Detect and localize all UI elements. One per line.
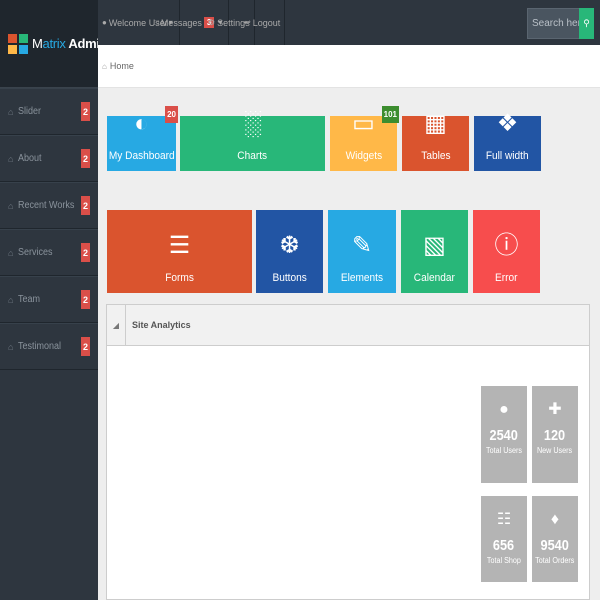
sidebar-item-badge: 2 — [81, 196, 90, 215]
stat-total-orders[interactable]: ♦ 9540 Total Orders — [532, 496, 578, 582]
breadcrumb: ⌂ Home — [98, 45, 600, 88]
tile-label: Tables — [420, 150, 451, 162]
gear-icon: ⚙ — [208, 18, 216, 27]
home-icon: ⌂ — [102, 61, 107, 71]
home-icon: ⌂ — [8, 106, 14, 117]
tile-label: Elements — [340, 272, 384, 284]
home-icon: ⌂ — [8, 341, 14, 352]
sidebar-item-badge: 2 — [81, 243, 90, 262]
search-button[interactable]: ⚲ — [579, 8, 594, 39]
list-icon: ☰ — [168, 232, 191, 259]
panel-header: ◢ Site Analytics — [107, 304, 589, 346]
tile-full-width[interactable]: ❖ Full width — [474, 112, 541, 171]
stat-value: 120 — [544, 427, 566, 444]
plus-icon: ✚ — [548, 401, 562, 418]
signal-icon: ◢ — [107, 304, 126, 346]
fullscreen-icon: ❖ — [496, 110, 519, 137]
info-icon: ⓘ — [494, 232, 519, 259]
inbox-icon: ▭ — [352, 110, 375, 137]
table-icon: ▦ — [424, 110, 447, 137]
sidebar-item-slider[interactable]: ⌂ Slider 2 — [0, 88, 98, 135]
stat-total-shop[interactable]: ☷ 656 Total Shop — [481, 496, 527, 582]
top-navbar: ● Welcome User ▾ □ Messages 3 ▾ ⚙ Settin… — [98, 0, 600, 45]
bar-chart-icon: ░ — [243, 110, 261, 137]
stat-new-users[interactable]: ✚ 120 New Users — [532, 386, 578, 483]
calendar-icon: ▧ — [423, 232, 446, 259]
stat-total-users[interactable]: ● 2540 Total Users — [481, 386, 527, 483]
tile-charts[interactable]: ░ Charts — [180, 112, 325, 171]
stat-value: 9540 — [540, 537, 570, 554]
tile-label: Error — [495, 272, 518, 284]
messages-label: Messages — [160, 17, 202, 28]
envelope-icon: □ — [154, 18, 159, 27]
home-icon: ⌂ — [8, 153, 14, 164]
home-icon: ⌂ — [8, 247, 14, 258]
search-input[interactable] — [527, 8, 580, 39]
sidebar-item-label: Team — [18, 294, 41, 305]
sidebar-item-about[interactable]: ⌂ About 2 — [0, 135, 98, 182]
logo-mark-icon — [8, 33, 28, 54]
sidebar-item-label: Testimonal — [18, 341, 62, 352]
breadcrumb-home-link[interactable]: Home — [110, 61, 134, 71]
tint-icon: ❆ — [279, 232, 300, 259]
tile-error[interactable]: ⓘ Error — [473, 210, 540, 293]
tile-label: Charts — [237, 150, 268, 162]
logo-text-part: M — [32, 36, 43, 51]
tile-widgets[interactable]: ▭ Widgets 101 — [330, 106, 399, 171]
tile-label: Buttons — [272, 272, 307, 284]
logout-label: Logout — [252, 17, 281, 28]
sidebar-item-label: Services — [18, 247, 53, 258]
stat-value: 2540 — [489, 427, 519, 444]
search-icon: ⚲ — [583, 18, 590, 28]
user-icon: ● — [499, 401, 509, 418]
tile-badge: 20 — [165, 106, 178, 123]
tile-label: Widgets — [345, 150, 382, 162]
tile-tables[interactable]: ▦ Tables — [402, 112, 469, 171]
logo-text: Matrix Admin — [32, 36, 108, 51]
stat-value: 656 — [493, 537, 515, 554]
logout-link[interactable]: ↩ Logout — [240, 0, 286, 45]
sidebar-item-team[interactable]: ⌂ Team 2 — [0, 276, 98, 323]
logout-icon: ↩ — [244, 18, 251, 27]
stat-label: New Users — [537, 446, 573, 455]
tile-buttons[interactable]: ❆ Buttons — [256, 210, 323, 293]
sidebar-item-badge: 2 — [81, 290, 90, 309]
tile-elements[interactable]: ✎ Elements — [328, 210, 396, 293]
stat-label: Total Orders — [535, 556, 575, 565]
tile-badge: 101 — [381, 106, 399, 123]
panel-title: Site Analytics — [132, 320, 191, 330]
stat-label: Total Users — [485, 446, 522, 455]
sidebar-item-badge: 2 — [81, 102, 90, 121]
tile-label: Forms — [165, 272, 194, 284]
pencil-icon: ✎ — [351, 232, 373, 259]
logo-text-part: atrix — [42, 36, 66, 51]
tile-label: Full width — [486, 150, 529, 162]
tile-my-dashboard[interactable]: ◐ My Dashboard 20 — [107, 106, 178, 171]
cart-icon: ☷ — [496, 511, 512, 528]
sidebar-item-services[interactable]: ⌂ Services 2 — [0, 229, 98, 276]
sidebar-item-badge: 2 — [81, 149, 90, 168]
home-icon: ⌂ — [8, 200, 14, 211]
user-icon: ● — [102, 18, 107, 27]
tile-label: Calendar — [413, 272, 456, 284]
sidebar-item-badge: 2 — [81, 337, 90, 356]
tile-calendar[interactable]: ▧ Calendar — [401, 210, 468, 293]
sidebar: Matrix Admin ⌂ Slider 2 ⌂ About 2 ⌂ Rece… — [0, 0, 108, 600]
sidebar-item-recent-works[interactable]: ⌂ Recent Works 2 — [0, 182, 98, 229]
tile-label: My Dashboard — [108, 150, 175, 162]
logo[interactable]: Matrix Admin — [0, 0, 108, 88]
sidebar-item-label: Slider — [18, 106, 42, 117]
tile-forms[interactable]: ☰ Forms — [107, 210, 252, 293]
home-icon: ⌂ — [8, 294, 14, 305]
stat-label: Total Shop — [486, 556, 522, 565]
dashboard-icon: ◐ — [134, 110, 149, 137]
sidebar-item-label: About — [18, 153, 42, 164]
sidebar-item-label: Recent Works — [18, 200, 75, 211]
sidebar-item-testimonal[interactable]: ⌂ Testimonal 2 — [0, 323, 98, 370]
tag-icon: ♦ — [550, 511, 560, 528]
